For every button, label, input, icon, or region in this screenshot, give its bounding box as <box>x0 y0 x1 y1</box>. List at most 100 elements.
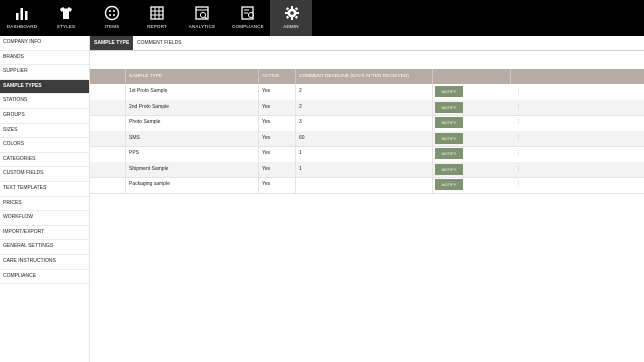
sidebar-item-sizes[interactable]: SIZES <box>0 124 89 139</box>
cell-active: Yes <box>262 134 271 141</box>
sidebar-item-stations[interactable]: STATIONS <box>0 94 89 109</box>
sidebar-item-sample-types[interactable]: SAMPLE TYPES <box>0 79 89 95</box>
row-menu-icon[interactable]: ⋮ <box>516 131 521 147</box>
nav-label: ITEMS <box>104 24 120 29</box>
header-divider <box>125 69 126 84</box>
nav-label: DASHBOARD <box>6 24 38 29</box>
table-row[interactable]: 2nd Proto Sample Yes 2 NOTIFY ⋮ <box>90 99 644 116</box>
cell-deadline: 3 <box>299 119 302 125</box>
header-active[interactable]: ACTIVE <box>262 69 279 84</box>
row-menu-icon[interactable]: ⋮ <box>516 177 521 193</box>
header-divider <box>295 69 296 84</box>
row-divider <box>258 130 259 146</box>
notify-button[interactable]: NOTIFY <box>435 148 463 159</box>
sidebar-item-text-templates[interactable]: TEXT TEMPLATES <box>0 182 89 197</box>
sidebar-item-custom-fields[interactable]: CUSTOM FIELDS <box>0 167 89 182</box>
sidebar-item-prices[interactable]: PRICES <box>0 197 89 212</box>
cell-sample-type: 1st Proto Sample <box>129 88 168 94</box>
row-divider <box>258 177 259 193</box>
gear-icon <box>285 6 299 20</box>
nav-report[interactable]: REPORT <box>135 0 179 36</box>
sidebar-item-care-instructions[interactable]: CARE INSTRUCTIONS <box>0 255 89 270</box>
header-divider <box>432 69 433 84</box>
sidebar-item-categories[interactable]: CATEGORIES <box>0 153 89 168</box>
row-divider <box>432 146 433 162</box>
notify-button[interactable]: NOTIFY <box>435 101 463 113</box>
table-row[interactable]: Shipment Sample Yes 1 NOTIFY ⋮ <box>90 161 644 178</box>
row-divider <box>258 115 259 131</box>
shirt-icon <box>60 7 72 19</box>
cell-deadline: 2 <box>299 103 302 110</box>
header-sample-type[interactable]: SAMPLE TYPE <box>129 69 162 84</box>
table-row[interactable]: Packaging sample Yes NOTIFY ⋮ <box>90 177 644 194</box>
cell-active: Yes <box>262 181 271 187</box>
tab-comment-fields[interactable]: COMMENT FIELDS <box>133 36 186 50</box>
row-divider <box>432 84 433 100</box>
nav-label: ANALYTICS <box>188 24 216 29</box>
row-divider <box>125 146 126 162</box>
cell-active: Yes <box>262 103 271 110</box>
cell-active: Yes <box>262 165 271 172</box>
nav-styles[interactable]: STYLES <box>44 0 88 36</box>
cell-deadline: 1 <box>299 150 302 156</box>
cell-sample-type: SMS <box>129 134 140 141</box>
notify-button[interactable]: NOTIFY <box>435 132 463 144</box>
sidebar-item-groups[interactable]: GROUPS <box>0 109 89 124</box>
content-tabs: SAMPLE TYPE COMMENT FIELDS <box>90 36 644 51</box>
header-divider <box>258 69 259 84</box>
nav-analytics[interactable]: ANALYTICS <box>180 0 224 36</box>
nav-compliance[interactable]: COMPLIANCE <box>226 0 270 36</box>
tab-sample-type[interactable]: SAMPLE TYPE <box>90 36 134 50</box>
row-divider <box>258 161 259 177</box>
cell-deadline: 1 <box>299 165 302 172</box>
header-divider <box>510 69 511 84</box>
admin-sidebar: COMPANY INFO BRANDS SUPPLIER SAMPLE TYPE… <box>0 36 90 362</box>
sidebar-item-brands[interactable]: BRANDS <box>0 51 89 66</box>
cell-active: Yes <box>262 150 271 156</box>
table-row[interactable]: SMS Yes 60 NOTIFY ⋮ <box>90 130 644 147</box>
row-divider <box>295 84 296 100</box>
row-menu-icon[interactable]: ⋮ <box>516 100 521 116</box>
row-divider <box>432 99 433 115</box>
sidebar-item-import-export[interactable]: IMPORT/EXPORT <box>0 226 89 241</box>
notify-button[interactable]: NOTIFY <box>435 117 463 128</box>
analytics-icon <box>195 6 209 20</box>
sidebar-item-supplier[interactable]: SUPPLIER <box>0 65 89 80</box>
row-divider <box>295 115 296 131</box>
cell-sample-type: Shipment Sample <box>129 165 169 172</box>
sidebar-item-colors[interactable]: COLORS <box>0 138 89 153</box>
row-menu-icon[interactable]: ⋮ <box>516 84 521 100</box>
table-row[interactable]: PPS Yes 1 NOTIFY ⋮ <box>90 146 644 163</box>
row-divider <box>432 130 433 146</box>
notify-button[interactable]: NOTIFY <box>435 163 463 175</box>
row-menu-icon[interactable]: ⋮ <box>516 115 521 131</box>
cell-sample-type: Packaging sample <box>129 181 170 187</box>
sidebar-item-workflow[interactable]: WORKFLOW <box>0 211 89 226</box>
row-divider <box>295 146 296 162</box>
nav-dashboard[interactable]: DASHBOARD <box>0 0 44 36</box>
nav-admin[interactable]: ADMIN <box>270 0 312 36</box>
sidebar-item-general-settings[interactable]: GENERAL SETTINGS <box>0 240 89 255</box>
nav-items[interactable]: ITEMS <box>90 0 134 36</box>
row-menu-icon[interactable]: ⋮ <box>516 162 521 178</box>
notify-button[interactable]: NOTIFY <box>435 86 463 97</box>
top-navigation-bar: DASHBOARD STYLES ITEMS REPORT ANALYTICS … <box>0 0 644 36</box>
sidebar-item-compliance[interactable]: COMPLIANCE <box>0 270 89 285</box>
row-divider <box>258 146 259 162</box>
grid-icon <box>150 6 164 20</box>
table-row[interactable]: Photo Sample Yes 3 NOTIFY ⋮ <box>90 115 644 132</box>
row-divider <box>125 130 126 146</box>
nav-label: STYLES <box>56 24 76 29</box>
notify-button[interactable]: NOTIFY <box>435 179 463 190</box>
row-menu-icon[interactable]: ⋮ <box>516 146 521 162</box>
cell-deadline: 60 <box>299 134 305 141</box>
row-divider <box>125 177 126 193</box>
button-icon <box>104 5 120 21</box>
row-divider <box>295 130 296 146</box>
table-row[interactable]: 1st Proto Sample Yes 2 NOTIFY ⋮ <box>90 84 644 101</box>
row-divider <box>432 115 433 131</box>
header-comment-deadline[interactable]: COMMENT DEADLINE (DAYS AFTER RECEIVED) <box>299 69 409 84</box>
sidebar-item-company-info[interactable]: COMPANY INFO <box>0 36 89 51</box>
cell-active: Yes <box>262 88 271 94</box>
row-divider <box>295 177 296 193</box>
